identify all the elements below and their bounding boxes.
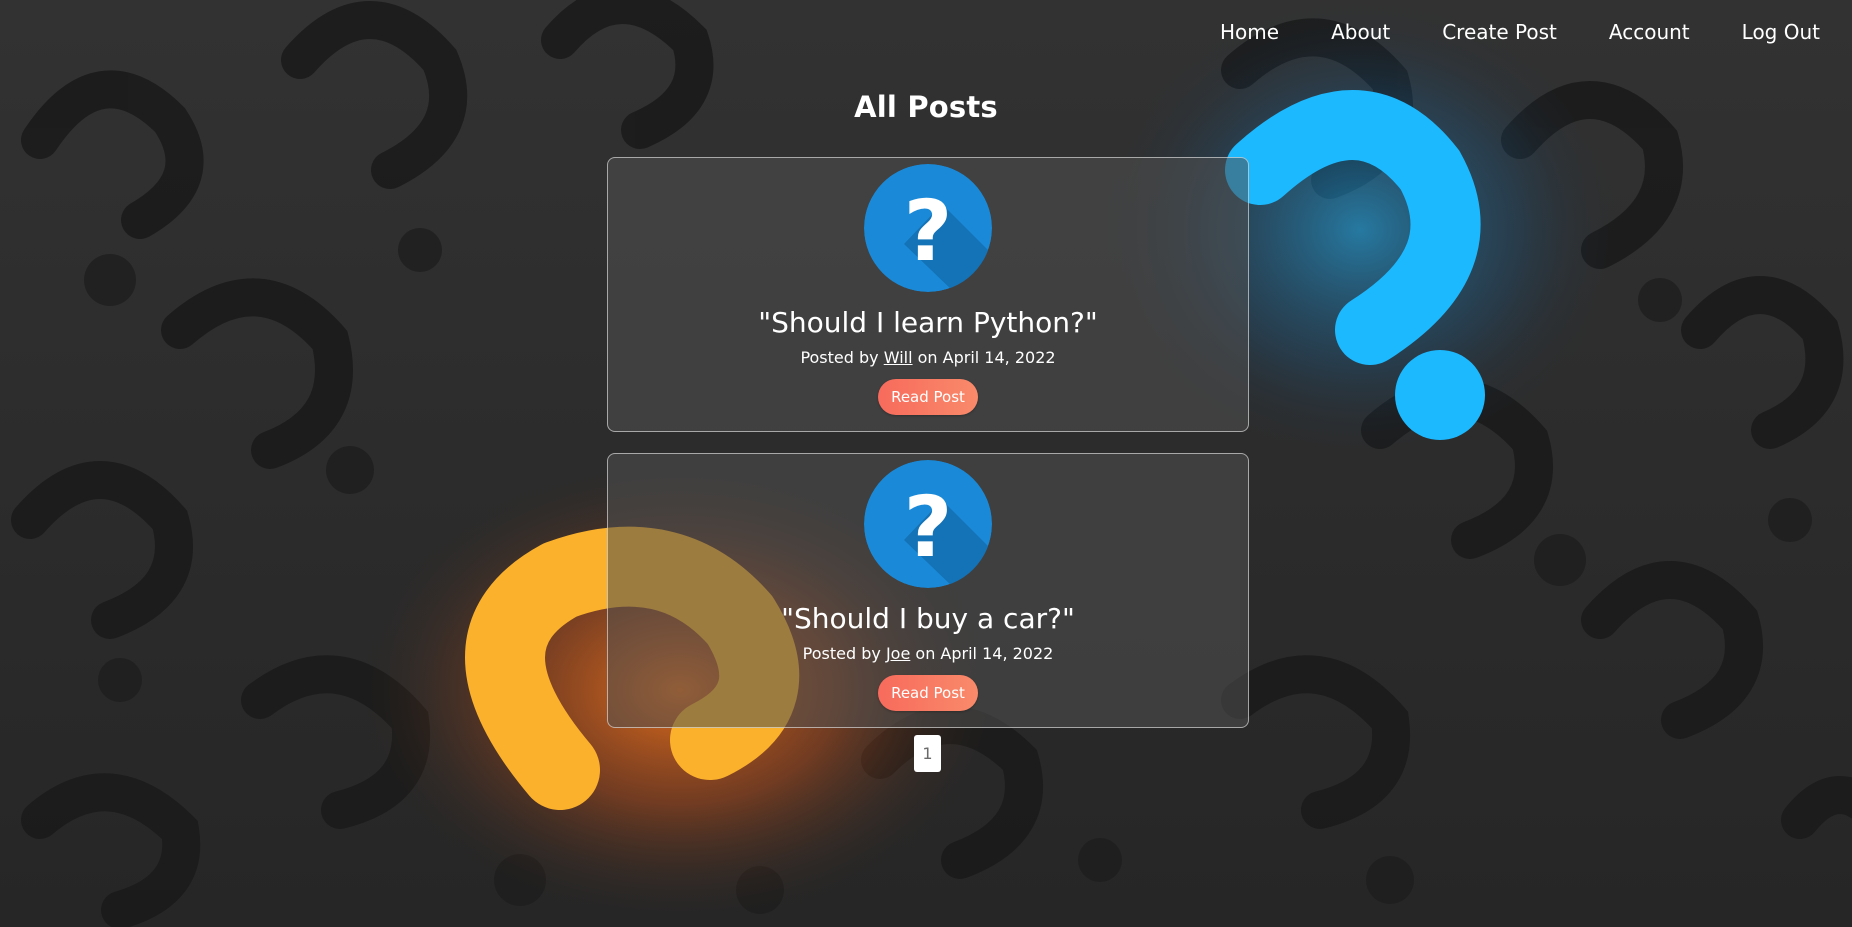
nav-logout-link[interactable]: Log Out (1742, 20, 1820, 44)
nav-create-post-link[interactable]: Create Post (1442, 20, 1557, 44)
question-mark-circle-icon: ? (864, 164, 992, 292)
page-title: All Posts (854, 90, 998, 124)
nav-about-link[interactable]: About (1331, 20, 1390, 44)
svg-text:?: ? (904, 478, 953, 576)
question-mark-circle-icon: ? (864, 460, 992, 588)
post-card: ? "Should I learn Python?" Posted by Wil… (607, 157, 1249, 432)
post-meta: Posted by Will on April 14, 2022 (800, 347, 1055, 369)
posted-by-label: Posted by (800, 348, 879, 367)
post-title[interactable]: "Should I learn Python?" (758, 306, 1098, 340)
post-date: on April 14, 2022 (917, 348, 1056, 367)
post-title[interactable]: "Should I buy a car?" (781, 602, 1075, 636)
posts-list: ? "Should I learn Python?" Posted by Wil… (607, 157, 1249, 749)
posted-by-label: Posted by (802, 644, 881, 663)
pagination-page-1[interactable]: 1 (914, 735, 941, 772)
top-nav: Home About Create Post Account Log Out (1220, 20, 1820, 44)
nav-account-link[interactable]: Account (1609, 20, 1690, 44)
read-post-button[interactable]: Read Post (878, 675, 978, 711)
post-card: ? "Should I buy a car?" Posted by Joe on… (607, 453, 1249, 728)
post-meta: Posted by Joe on April 14, 2022 (803, 643, 1054, 665)
post-date: on April 14, 2022 (915, 644, 1054, 663)
author-link[interactable]: Will (884, 348, 913, 367)
svg-text:?: ? (904, 182, 953, 280)
nav-home-link[interactable]: Home (1220, 20, 1279, 44)
author-link[interactable]: Joe (886, 644, 910, 663)
read-post-button[interactable]: Read Post (878, 379, 978, 415)
